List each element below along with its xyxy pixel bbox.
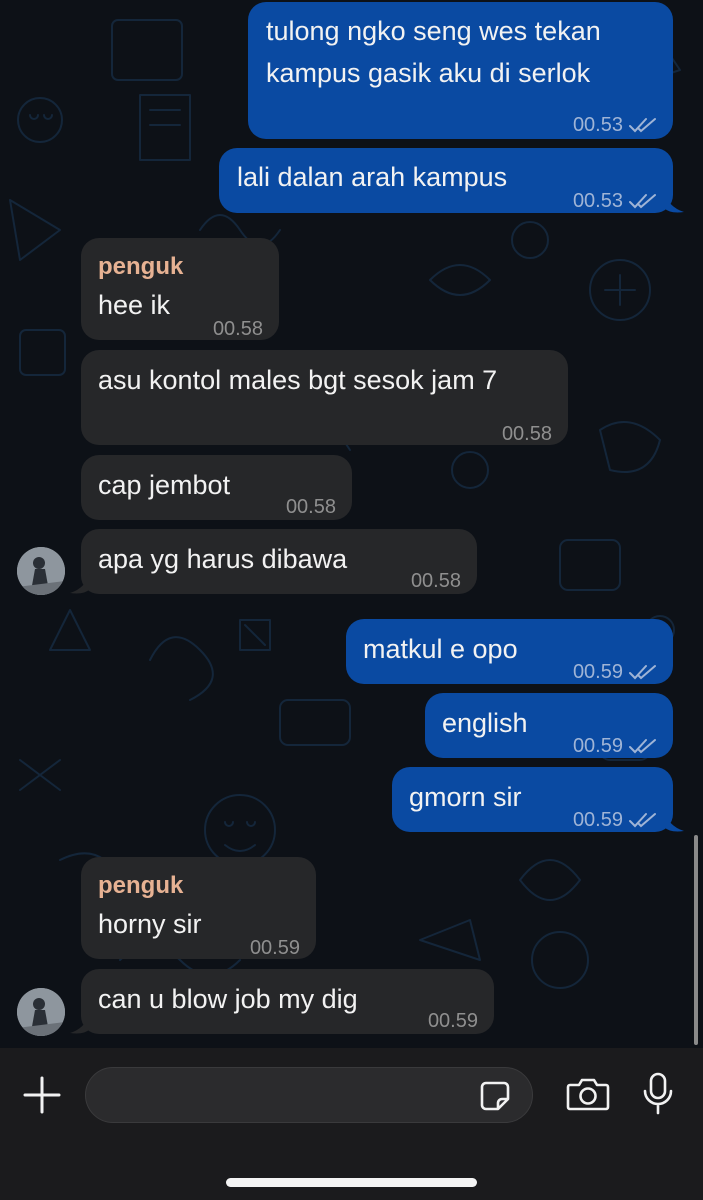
bubble-tail: [70, 572, 90, 594]
message-text: cap jembot: [98, 470, 231, 500]
message-time: 00.58: [501, 423, 552, 445]
message-bubble-incoming[interactable]: apa yg harus dibawa 00.58: [81, 529, 477, 594]
message-bubble-incoming[interactable]: can u blow job my dig 00.59: [81, 969, 494, 1034]
message-bubble-outgoing[interactable]: english 00.59: [425, 693, 673, 758]
plus-icon[interactable]: [23, 1076, 61, 1114]
double-check-read-icon: [629, 665, 656, 680]
message-text: kampus gasik aku di serlok: [266, 58, 591, 88]
message-input-pill[interactable]: [85, 1067, 533, 1124]
message-time: 00.59: [572, 809, 623, 831]
bubble-tail: [70, 1012, 90, 1034]
message-time: 00.58: [410, 570, 461, 592]
message-text: english: [442, 708, 528, 738]
message-text: gmorn sir: [409, 782, 522, 812]
message-text: tulong ngko seng wes tekan: [266, 16, 601, 46]
message-text: lali dalan arah kampus: [237, 162, 508, 192]
message-bubble-outgoing[interactable]: gmorn sir 00.59: [392, 767, 673, 832]
chat-area[interactable]: tulong ngko seng wes tekan kampus gasik …: [0, 0, 703, 1048]
message-text: asu kontol males bgt sesok jam 7: [98, 365, 498, 395]
double-check-read-icon: [629, 194, 656, 209]
message-bubble-outgoing[interactable]: lali dalan arah kampus 00.53: [219, 148, 673, 213]
message-time: 00.59: [572, 735, 623, 757]
message-bubble-outgoing[interactable]: tulong ngko seng wes tekan kampus gasik …: [248, 2, 673, 139]
message-text: hee ik: [98, 290, 171, 320]
message-time: 00.58: [212, 318, 263, 340]
message-time: 00.59: [572, 661, 623, 683]
bubble-tail: [664, 810, 684, 832]
message-time: 00.59: [427, 1010, 478, 1032]
sticker-icon[interactable]: [479, 1080, 511, 1112]
message-text: can u blow job my dig: [98, 984, 358, 1014]
sender-name: penguk: [98, 253, 184, 280]
contact-avatar[interactable]: [17, 547, 65, 595]
message-composer: [0, 1048, 703, 1200]
message-text: horny sir: [98, 909, 202, 939]
contact-avatar[interactable]: [17, 988, 65, 1036]
message-bubble-incoming[interactable]: asu kontol males bgt sesok jam 7 00.58: [81, 350, 568, 445]
message-bubble-outgoing[interactable]: matkul e opo 00.59: [346, 619, 673, 684]
sender-name: penguk: [98, 872, 184, 899]
message-text: matkul e opo: [363, 634, 518, 664]
message-bubble-incoming[interactable]: penguk horny sir 00.59: [81, 857, 316, 959]
message-time: 00.53: [572, 114, 623, 136]
double-check-read-icon: [629, 118, 656, 133]
message-time: 00.58: [285, 496, 336, 518]
home-indicator[interactable]: [226, 1178, 477, 1187]
message-text: apa yg harus dibawa: [98, 544, 348, 574]
message-time: 00.59: [249, 937, 300, 959]
double-check-read-icon: [629, 813, 656, 828]
message-input[interactable]: [106, 1068, 480, 1124]
bubble-tail: [664, 191, 684, 213]
microphone-icon[interactable]: [642, 1072, 674, 1116]
scrollbar[interactable]: [694, 835, 698, 1045]
camera-icon[interactable]: [566, 1076, 610, 1112]
message-bubble-incoming[interactable]: penguk hee ik 00.58: [81, 238, 279, 340]
double-check-read-icon: [629, 739, 656, 754]
message-bubble-incoming[interactable]: cap jembot 00.58: [81, 455, 352, 520]
message-time: 00.53: [572, 190, 623, 212]
